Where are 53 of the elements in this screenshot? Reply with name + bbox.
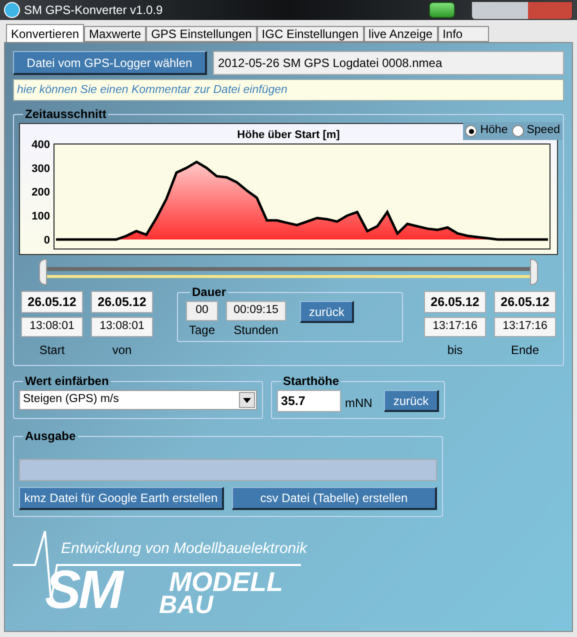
reset-button[interactable]: zurück — [384, 390, 439, 412]
dropdown[interactable]: Steigen (GPS) m/s — [19, 390, 257, 410]
axis-tick-label: 100 — [32, 210, 50, 223]
group-title: Ausgabe — [24, 428, 77, 445]
time-field[interactable]: 13:17:16 — [494, 317, 556, 337]
file-name-field: 2012-05-26 SM GPS Logdatei 0008.nmea — [213, 51, 564, 75]
export-button[interactable]: kmz Datei für Google Earth erstellen — [19, 487, 224, 510]
comment-field[interactable]: hier können Sie einen Kommentar zur Datei einfügen — [13, 79, 564, 101]
field-label: Tage — [188, 322, 216, 339]
tab[interactable]: live Anzeige — [364, 26, 438, 42]
date-field[interactable]: 26.05.12 — [424, 291, 486, 313]
choose-file-button[interactable]: Datei vom GPS-Logger wählen — [13, 51, 207, 75]
date-field[interactable]: 26.05.12 — [91, 291, 153, 313]
range-slider[interactable] — [39, 259, 538, 285]
tab[interactable]: Info — [438, 26, 489, 42]
tab[interactable]: GPS Einstellungen — [146, 26, 257, 42]
maximize-button[interactable] — [500, 2, 528, 18]
field-label: Stunden — [234, 322, 278, 339]
group-title: Starthöhe — [282, 373, 340, 390]
field-label: von — [112, 342, 132, 359]
minimize-button[interactable] — [472, 2, 500, 18]
radio-button[interactable]: Höhe — [465, 122, 508, 140]
chart-title: Höhe über Start [m] — [237, 128, 340, 143]
field-label: Start — [39, 342, 65, 359]
axis-tick-label: 400 — [32, 139, 50, 151]
logo: Entwicklung von Modellbauelektronik SM MODELL BAU — [11, 531, 311, 615]
axis-tick-label: 200 — [32, 186, 50, 199]
unit-label: mNN — [345, 395, 372, 412]
axis-tick-label: 0 — [44, 234, 50, 246]
field-label: Ende — [510, 342, 540, 359]
time-field[interactable]: 13:17:16 — [424, 317, 486, 337]
time-field[interactable]: 13:08:01 — [91, 317, 153, 337]
time-field[interactable]: 13:08:01 — [21, 317, 83, 337]
group-title: Wert einfärben — [24, 373, 110, 390]
tab[interactable]: Konvertieren — [6, 24, 84, 42]
app-icon — [4, 2, 20, 18]
date-field[interactable]: 26.05.12 — [21, 291, 83, 313]
date-field[interactable]: 26.05.12 — [494, 291, 556, 313]
days-field[interactable]: 00 — [186, 301, 218, 321]
tab[interactable]: Maxwerte — [84, 26, 146, 42]
field-label: bis — [447, 342, 463, 359]
altitude-field[interactable]: 35.7 — [277, 390, 341, 412]
export-button[interactable]: csv Datei (Tabelle) erstellen — [232, 487, 437, 510]
axis-tick-label: 300 — [32, 162, 50, 175]
group-title: Dauer — [191, 284, 228, 301]
group-title: Zeitausschnitt — [24, 106, 108, 123]
slider-handle[interactable] — [530, 259, 538, 285]
window-title: SM GPS-Konverter v1.0.9 — [24, 2, 163, 19]
hours-field[interactable]: 00:09:15 — [226, 301, 286, 321]
slider-handle[interactable] — [39, 259, 47, 285]
reset-button[interactable]: zurück — [300, 301, 354, 323]
radio-button[interactable]: Speed — [512, 122, 560, 140]
tab[interactable]: IGC Einstellungen — [256, 26, 364, 42]
